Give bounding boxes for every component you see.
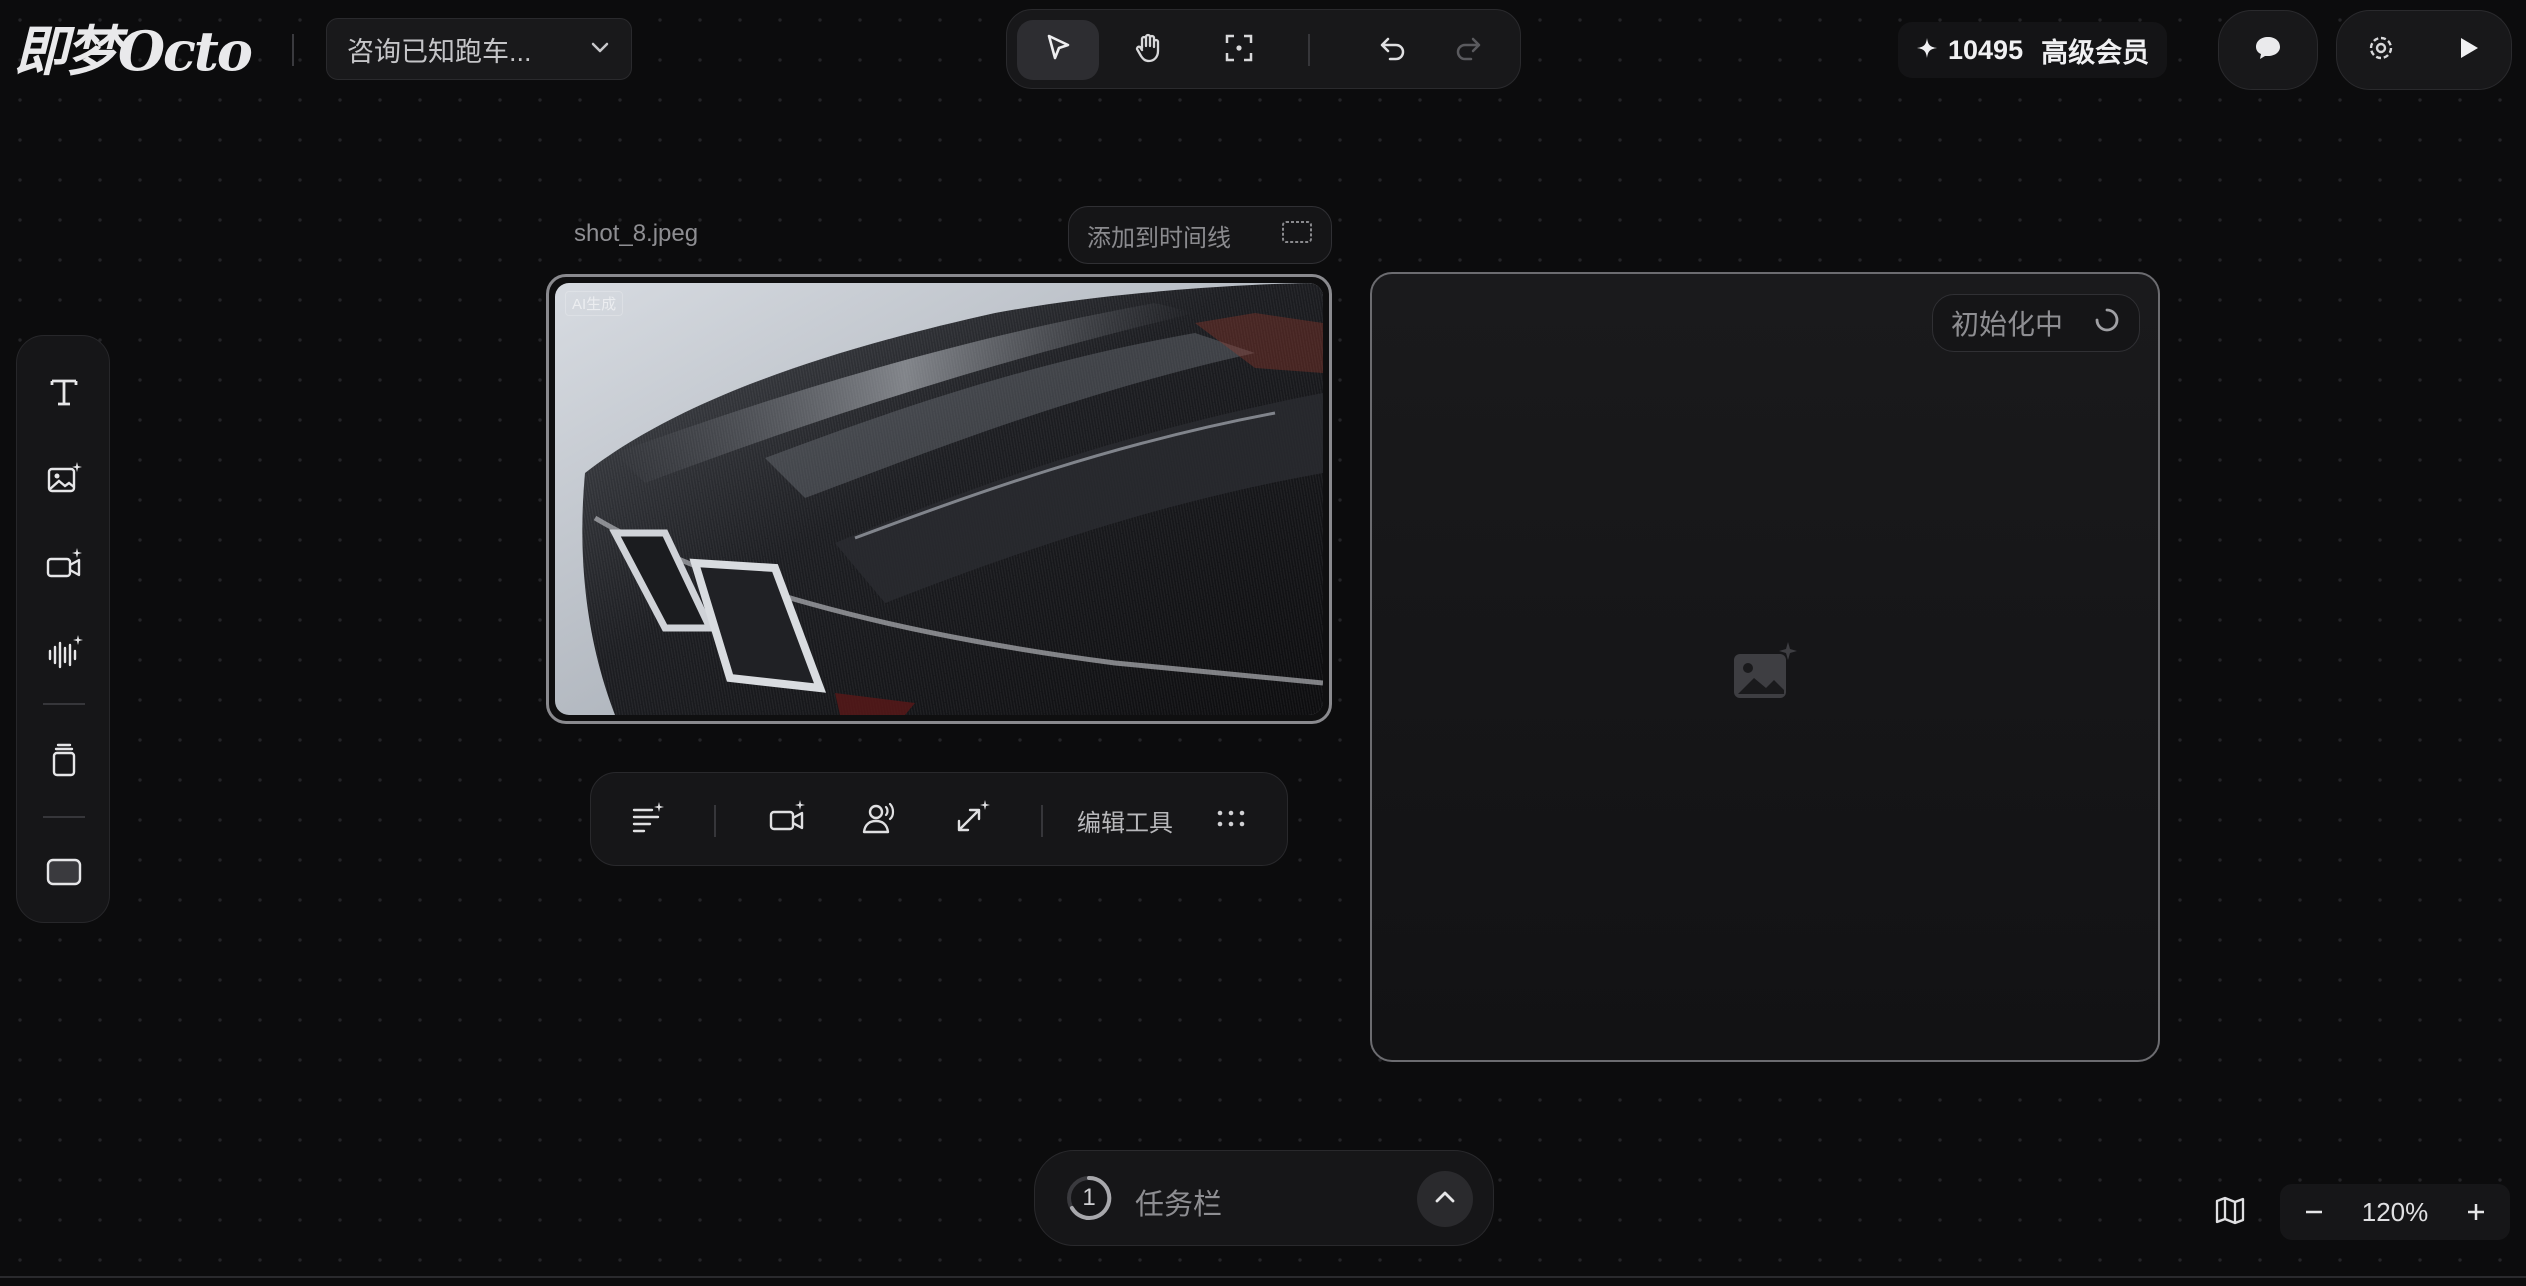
more-options-button[interactable] — [1201, 790, 1261, 850]
focus-tool-button[interactable] — [1198, 20, 1280, 80]
task-bar[interactable]: 1 任务栏 — [1034, 1150, 1494, 1246]
chevron-up-icon — [1432, 1184, 1458, 1215]
app-logo: 即梦Octo — [14, 19, 253, 83]
expand-taskbar-button[interactable] — [1417, 1171, 1473, 1227]
task-count: 1 — [1082, 1184, 1096, 1211]
minimap-button[interactable] — [2208, 1192, 2252, 1232]
task-count-indicator: 1 — [1065, 1174, 1113, 1222]
plus-icon — [2468, 1204, 2484, 1220]
image-to-video-button[interactable] — [757, 790, 817, 850]
add-to-timeline-label: 添加到时间线 — [1087, 224, 1231, 252]
chat-bubble-icon — [2252, 32, 2284, 69]
image-generate-button[interactable] — [34, 451, 94, 511]
zoom-level[interactable]: 120% — [2362, 1197, 2429, 1228]
ai-generated-badge: AI生成 — [565, 291, 624, 316]
hand-pan-icon — [1130, 30, 1166, 71]
minus-icon — [2306, 1210, 2322, 1214]
video-generate-button[interactable] — [34, 538, 94, 598]
audio-generate-icon — [44, 633, 84, 678]
text-tool-icon — [44, 372, 84, 417]
project-name: 咨询已知跑车... — [347, 36, 532, 67]
layers-button[interactable] — [34, 732, 94, 792]
frame-button[interactable] — [34, 844, 94, 904]
frame-icon — [44, 852, 84, 897]
loading-spinner-icon — [2093, 306, 2121, 341]
edit-tools-button[interactable]: 编辑工具 — [1077, 803, 1173, 838]
gear-icon[interactable] — [2365, 32, 2397, 69]
video-generate-icon — [44, 546, 84, 591]
status-chip: 初始化中 — [1932, 294, 2140, 352]
map-icon — [2213, 1193, 2247, 1232]
text-tool-button[interactable] — [34, 364, 94, 424]
image-filename: shot_8.jpeg — [574, 220, 699, 247]
undo-button[interactable] — [1352, 20, 1434, 80]
sparkle-icon — [1916, 35, 1938, 66]
image-to-video-icon — [767, 798, 807, 843]
focus-frame-icon — [1221, 30, 1257, 71]
zoom-out-button[interactable] — [2292, 1190, 2336, 1234]
timeline-frame-icon — [1281, 219, 1313, 252]
left-tool-sidebar — [16, 335, 110, 923]
upscale-expand-icon — [951, 798, 991, 843]
header-divider — [292, 34, 294, 66]
image-card[interactable]: AI生成 — [546, 274, 1332, 724]
adjust-settings-icon — [628, 799, 666, 842]
bottom-divider — [0, 1276, 2526, 1278]
credits-value: 10495 — [1948, 34, 2024, 65]
select-tool-button[interactable] — [1017, 20, 1099, 80]
undo-icon — [1375, 30, 1411, 71]
layers-icon — [44, 740, 84, 785]
chevron-down-icon — [589, 34, 611, 65]
taskbar-label: 任务栏 — [1135, 1189, 1223, 1221]
toolbar-divider — [1308, 34, 1310, 66]
image-generate-icon — [44, 459, 84, 504]
generated-image[interactable]: AI生成 — [555, 283, 1323, 715]
redo-icon — [1450, 30, 1486, 71]
more-dots-icon — [1213, 800, 1249, 841]
zoom-control: 120% — [2280, 1184, 2510, 1240]
sidebar-divider — [43, 816, 85, 818]
membership-label[interactable]: 高级会员 — [2041, 31, 2149, 70]
voice-avatar-button[interactable] — [849, 790, 909, 850]
tools-divider — [1041, 805, 1043, 837]
zoom-in-button[interactable] — [2454, 1190, 2498, 1234]
initializing-status: 初始化中 — [1951, 309, 2064, 340]
credits-balance[interactable]: 10495 — [1916, 35, 2023, 66]
play-icon[interactable] — [2453, 33, 2483, 68]
add-to-timeline-button[interactable]: 添加到时间线 — [1068, 206, 1332, 264]
pointer-select-icon — [1040, 30, 1076, 71]
sidebar-divider — [43, 703, 85, 705]
project-selector[interactable]: 咨询已知跑车... — [326, 18, 632, 80]
generating-placeholder-card[interactable]: 初始化中 — [1370, 272, 2160, 1062]
audio-generate-button[interactable] — [34, 625, 94, 685]
credits-panel: 10495 高级会员 — [1898, 22, 2168, 78]
chat-button[interactable] — [2218, 10, 2318, 90]
pan-tool-button[interactable] — [1107, 20, 1189, 80]
settings-play-group — [2336, 10, 2512, 90]
canvas-toolbar — [1006, 9, 1521, 89]
tools-divider — [714, 805, 716, 837]
redo-button[interactable] — [1427, 20, 1509, 80]
image-tools-bar: 编辑工具 — [590, 772, 1288, 866]
image-placeholder-icon — [1732, 642, 1800, 705]
voice-avatar-icon — [859, 798, 899, 843]
upscale-button[interactable] — [941, 790, 1001, 850]
adjust-button[interactable] — [617, 790, 677, 850]
